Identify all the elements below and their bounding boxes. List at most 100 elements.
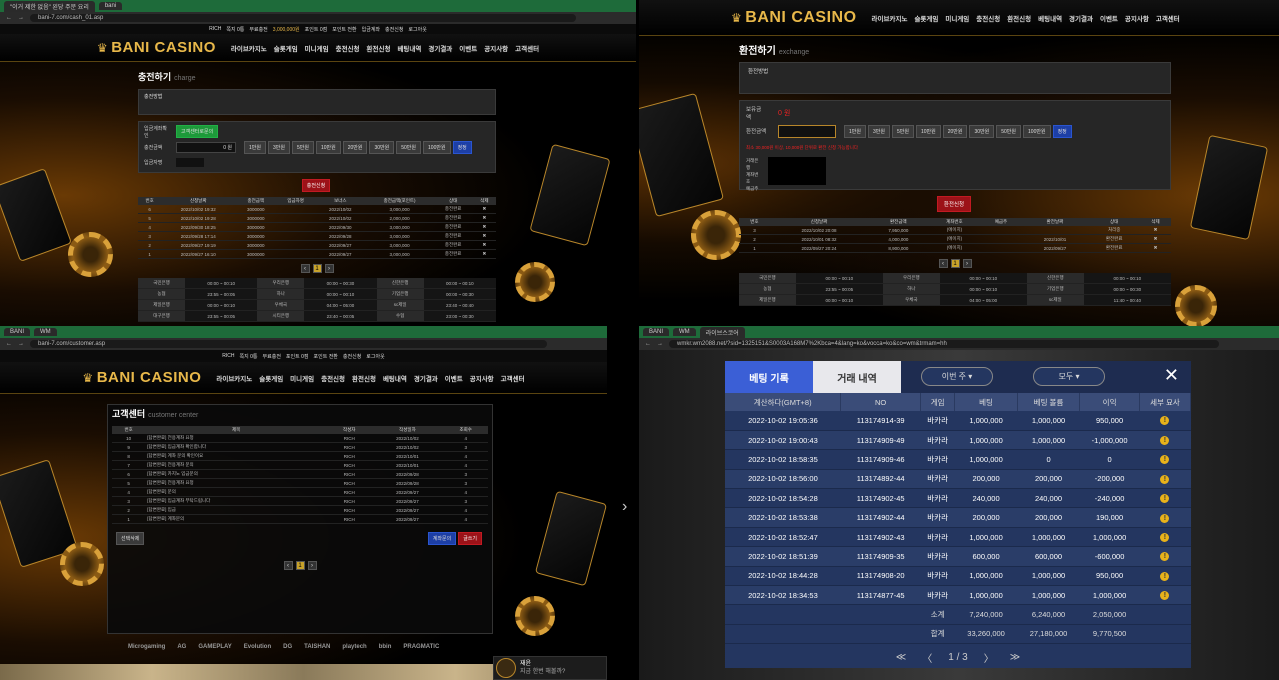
info-icon[interactable]: ! (1160, 416, 1170, 426)
nav-item[interactable]: 미니게임 (945, 13, 969, 23)
address-bar[interactable]: ← → bani-7.com/cash_01.asp (0, 12, 636, 24)
next-page-icon[interactable]: 〉 (984, 650, 994, 665)
amount-button[interactable]: 100만원 (423, 140, 451, 154)
amount-button[interactable]: 10만원 (915, 124, 941, 138)
nav-item[interactable]: 라이브카지노 (231, 43, 267, 53)
nav-item[interactable]: 공지사항 (484, 43, 508, 53)
browser-tab[interactable]: BANI (4, 328, 31, 336)
tab-bet-history[interactable]: 베팅 기록 (725, 361, 813, 393)
delete-icon[interactable]: ✖ (472, 249, 496, 259)
info-icon[interactable]: ! (1160, 455, 1170, 465)
prev-page-button[interactable]: ‹ (283, 561, 293, 570)
nav-item[interactable]: 환전신청 (352, 373, 376, 383)
next-page-button[interactable]: › (962, 259, 972, 268)
info-icon[interactable]: ! (1160, 552, 1170, 562)
nav-item[interactable]: 이벤트 (1100, 13, 1118, 23)
delete-icon[interactable]: ✖ (472, 205, 496, 214)
nav-item[interactable]: 환전신청 (367, 43, 391, 53)
first-page-icon[interactable]: ≪ (896, 652, 906, 663)
info-icon[interactable]: ! (1160, 591, 1170, 601)
next-arrow-icon[interactable]: › (622, 498, 627, 516)
tab-transactions[interactable]: 거래 내역 (813, 361, 901, 393)
point-convert-link[interactable]: 포인트 전환 (314, 353, 338, 360)
charge-submit-button[interactable]: 충전신청 (301, 179, 331, 192)
prev-page-button[interactable]: ‹ (938, 259, 948, 268)
url-field[interactable]: bani-7.com/customer.asp (30, 340, 547, 348)
account-inquiry-button[interactable]: 계좌문의 (427, 532, 457, 545)
close-icon[interactable]: ✕ (1164, 365, 1179, 386)
exchange-submit-button[interactable]: 환전신청 (936, 196, 972, 212)
url-field[interactable]: bani-7.com/cash_01.asp (30, 14, 576, 22)
prev-page-icon[interactable]: 〈 (922, 650, 932, 665)
nav-item[interactable]: 고객센터 (515, 43, 539, 53)
nav-item[interactable]: 충전신청 (976, 13, 1000, 23)
amount-input[interactable] (778, 124, 836, 138)
delete-icon[interactable]: ✖ (1140, 226, 1171, 235)
nav-item[interactable]: 슬롯게임 (274, 43, 298, 53)
back-icon[interactable]: ← (645, 341, 651, 347)
nav-item[interactable]: 베팅내역 (1038, 13, 1062, 23)
site-logo[interactable]: ♛ BANI CASINO (82, 369, 201, 386)
chat-popup[interactable]: 재윤 지금 한번 해볼까? (493, 656, 607, 680)
amount-button[interactable]: 1만원 (844, 124, 866, 138)
deposit-account-link[interactable]: 입금계좌 (362, 26, 380, 33)
amount-button[interactable]: 50만원 (996, 124, 1022, 138)
info-icon[interactable]: ! (1160, 571, 1170, 581)
browser-tab[interactable]: WM (673, 328, 696, 336)
nav-item[interactable]: 슬롯게임 (914, 13, 938, 23)
message-link[interactable]: 쪽지 0통 (226, 26, 244, 33)
nav-item[interactable]: 베팅내역 (383, 373, 407, 383)
message-link[interactable]: 쪽지 0통 (240, 353, 258, 360)
nav-item[interactable]: 고객센터 (501, 373, 525, 383)
info-icon[interactable]: ! (1160, 513, 1170, 523)
amount-button[interactable]: 1만원 (244, 140, 266, 154)
browser-tab[interactable]: 라이브스코어 (699, 326, 745, 338)
type-select[interactable]: 모두 ▾ (1033, 367, 1105, 386)
charge-link[interactable]: 충전신청 (385, 26, 403, 33)
logout-link[interactable]: 로그아웃 (408, 26, 426, 33)
amount-input[interactable]: 0 원 (176, 141, 236, 153)
amount-button[interactable]: 5만원 (291, 140, 314, 154)
address-bar[interactable]: ← → wmkr.wm2088.net/?sid=1325151&S0003A168… (639, 338, 1279, 350)
nav-item[interactable]: 미니게임 (305, 43, 329, 53)
nav-item[interactable]: 공지사항 (1125, 13, 1149, 23)
nav-item[interactable]: 고객센터 (1156, 13, 1180, 23)
next-page-button[interactable]: › (307, 561, 317, 570)
nav-item[interactable]: 충전신청 (321, 373, 345, 383)
nav-item[interactable]: 경기결과 (414, 373, 438, 383)
amount-button[interactable]: 5만원 (891, 124, 914, 138)
page-button[interactable]: 1 (950, 259, 960, 268)
select-delete-button[interactable]: 선택삭제 (116, 532, 145, 545)
browser-tab[interactable]: bani (98, 2, 123, 10)
nav-item[interactable]: 경기결과 (428, 43, 452, 53)
amount-button[interactable]: 3만원 (267, 140, 290, 154)
amount-button[interactable]: 50만원 (396, 140, 422, 154)
back-icon[interactable]: ← (6, 341, 12, 347)
address-bar[interactable]: ← → bani-7.com/customer.asp (0, 338, 607, 350)
forward-icon[interactable]: → (18, 15, 24, 21)
amount-button[interactable]: 3만원 (867, 124, 890, 138)
amount-button[interactable]: 20만원 (942, 124, 968, 138)
delete-icon[interactable]: ✖ (472, 222, 496, 232)
info-icon[interactable]: ! (1160, 474, 1170, 484)
delete-icon[interactable]: ✖ (472, 213, 496, 223)
delete-icon[interactable]: ✖ (1140, 243, 1171, 253)
site-logo[interactable]: ♛ BANI CASINO (97, 39, 216, 56)
account-inquiry-button[interactable]: 고객센터로문의 (176, 125, 219, 138)
logout-link[interactable]: 로그아웃 (366, 353, 384, 360)
info-icon[interactable]: ! (1160, 533, 1170, 543)
reset-button[interactable]: 정정 (1052, 124, 1072, 138)
point-convert-link[interactable]: 포인트 전환 (332, 26, 356, 33)
charge-link[interactable]: 충전신청 (343, 353, 361, 360)
nav-item[interactable]: 라이브카지노 (216, 373, 252, 383)
period-select[interactable]: 이번 주 ▾ (921, 367, 993, 386)
amount-button[interactable]: 100만원 (1023, 124, 1051, 138)
back-icon[interactable]: ← (6, 15, 12, 21)
delete-icon[interactable]: ✖ (472, 231, 496, 241)
url-field[interactable]: wmkr.wm2088.net/?sid=1325151&S0003A168M7… (669, 340, 1219, 348)
amount-button[interactable]: 10만원 (315, 140, 341, 154)
info-icon[interactable]: ! (1160, 436, 1170, 446)
browser-tab[interactable]: BANI (643, 328, 670, 336)
amount-button[interactable]: 30만원 (369, 140, 395, 154)
forward-icon[interactable]: → (18, 341, 24, 347)
